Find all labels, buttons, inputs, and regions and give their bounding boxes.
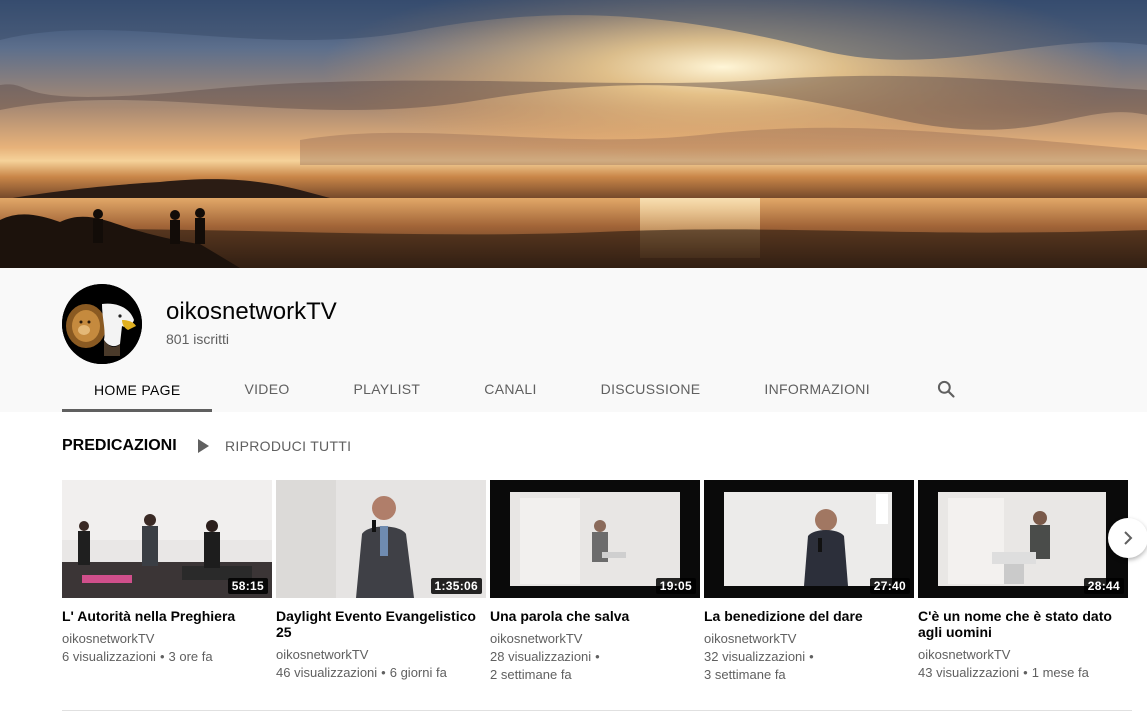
video-thumbnail[interactable]: 27:40 xyxy=(704,480,914,598)
video-card[interactable]: 28:44 C'è un nome che è stato dato agli … xyxy=(918,480,1128,682)
video-channel[interactable]: oikosnetworkTV xyxy=(276,646,486,664)
video-duration: 28:44 xyxy=(1083,578,1124,594)
lion-eagle-logo-icon xyxy=(62,284,142,364)
subscriber-count: 801 iscritti xyxy=(166,331,230,347)
video-views: 43 visualizzazioni xyxy=(918,665,1020,680)
video-title[interactable]: Daylight Evento Evangelistico 25 xyxy=(276,608,476,640)
video-card[interactable]: 58:15 L' Autorità nella Preghiera oikosn… xyxy=(62,480,272,666)
video-card[interactable]: 19:05 Una parola che salva oikosnetworkT… xyxy=(490,480,700,684)
separator-dot: • xyxy=(595,649,600,664)
video-title[interactable]: C'è un nome che è stato dato agli uomini xyxy=(918,608,1118,640)
video-views: 46 visualizzazioni xyxy=(276,665,378,680)
video-shelf: 58:15 L' Autorità nella Preghiera oikosn… xyxy=(62,480,1132,700)
play-all-label: RIPRODUCI TUTTI xyxy=(225,438,352,454)
video-age: 3 ore fa xyxy=(168,649,213,664)
video-duration: 1:35:06 xyxy=(430,578,482,594)
video-channel[interactable]: oikosnetworkTV xyxy=(490,630,700,648)
tab-informazioni[interactable]: INFORMAZIONI xyxy=(732,368,901,409)
video-title[interactable]: L' Autorità nella Preghiera xyxy=(62,608,262,624)
video-channel[interactable]: oikosnetworkTV xyxy=(918,646,1128,664)
separator-dot: • xyxy=(1023,665,1028,680)
video-duration: 58:15 xyxy=(227,578,268,594)
section-title: PREDICAZIONI xyxy=(62,437,177,454)
tab-playlist[interactable]: PLAYLIST xyxy=(322,368,453,409)
shelf-next-button[interactable] xyxy=(1108,518,1147,558)
tab-canali[interactable]: CANALI xyxy=(452,368,568,409)
video-views: 6 visualizzazioni xyxy=(62,649,156,664)
tab-home-page[interactable]: HOME PAGE xyxy=(62,368,213,412)
video-meta: 6 visualizzazioni • 3 ore fa xyxy=(62,648,272,666)
video-card[interactable]: 1:35:06 Daylight Evento Evangelistico 25… xyxy=(276,480,486,682)
video-thumbnail[interactable]: 19:05 xyxy=(490,480,700,598)
video-age: 6 giorni fa xyxy=(389,665,447,680)
chevron-right-icon xyxy=(1124,531,1133,545)
play-all-button[interactable]: RIPRODUCI TUTTI xyxy=(196,437,351,455)
tab-video[interactable]: VIDEO xyxy=(212,368,321,409)
separator-dot: • xyxy=(159,649,165,664)
video-thumbnail[interactable]: 28:44 xyxy=(918,480,1128,598)
video-duration: 27:40 xyxy=(869,578,910,594)
channel-banner xyxy=(0,0,1147,268)
video-views: 28 visualizzazioni xyxy=(490,649,592,664)
video-thumbnail[interactable]: 1:35:06 xyxy=(276,480,486,598)
video-meta: 32 visualizzazioni • xyxy=(704,648,914,666)
video-title[interactable]: La benedizione del dare xyxy=(704,608,904,624)
video-age: 1 mese fa xyxy=(1031,665,1089,680)
video-thumbnail[interactable]: 58:15 xyxy=(62,480,272,598)
separator-dot: • xyxy=(809,649,814,664)
video-age: 3 settimane fa xyxy=(704,667,786,682)
channel-search-button[interactable] xyxy=(916,368,976,409)
video-meta: 43 visualizzazioni • 1 mese fa xyxy=(918,664,1128,682)
video-meta: 28 visualizzazioni • xyxy=(490,648,700,666)
video-channel[interactable]: oikosnetworkTV xyxy=(704,630,914,648)
video-card[interactable]: 27:40 La benedizione del dare oikosnetwo… xyxy=(704,480,914,684)
video-meta: 46 visualizzazioni • 6 giorni fa xyxy=(276,664,486,682)
video-views: 32 visualizzazioni xyxy=(704,649,806,664)
search-icon xyxy=(937,380,955,398)
video-channel[interactable]: oikosnetworkTV xyxy=(62,630,272,648)
channel-name: oikosnetworkTV xyxy=(166,298,337,325)
channel-header: oikosnetworkTV 801 iscritti HOME PAGE VI… xyxy=(0,268,1147,412)
channel-tabs: HOME PAGE VIDEO PLAYLIST CANALI DISCUSSI… xyxy=(62,368,976,412)
video-title[interactable]: Una parola che salva xyxy=(490,608,690,624)
separator-dot: • xyxy=(381,665,386,680)
tab-discussione[interactable]: DISCUSSIONE xyxy=(569,368,733,409)
video-duration: 19:05 xyxy=(655,578,696,594)
channel-avatar[interactable] xyxy=(62,284,142,364)
video-age: 2 settimane fa xyxy=(490,667,572,682)
play-icon xyxy=(196,437,216,455)
